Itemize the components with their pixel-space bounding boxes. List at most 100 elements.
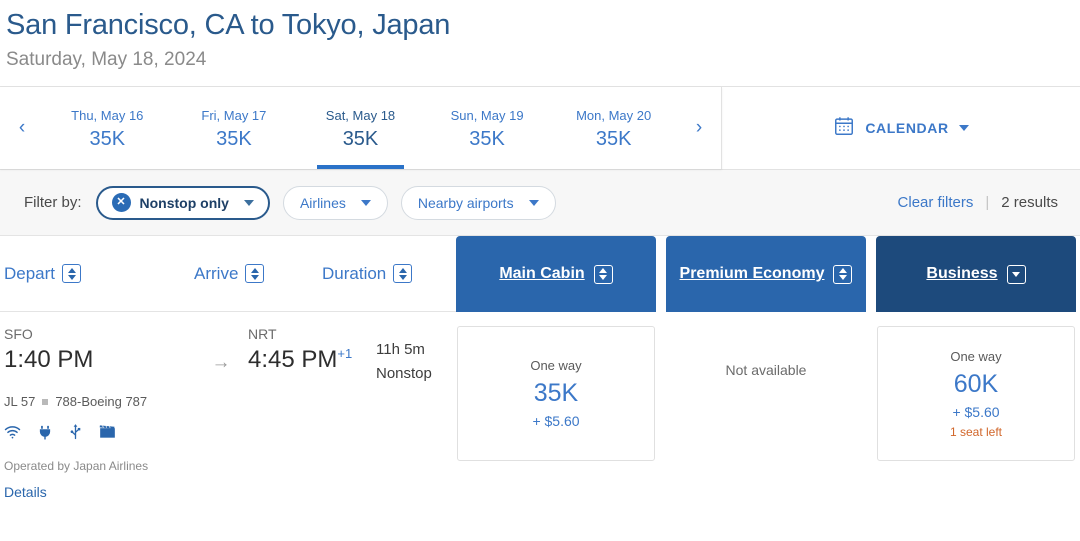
date-option-price: 35K [216,128,252,150]
sort-descending-icon [398,274,407,280]
sort-descending-icon [599,275,608,280]
separator-dot-icon [42,398,49,405]
column-header-label: Arrive [194,263,239,283]
filter-bar: Filter by: ✕ Nonstop only Airlines Nearb… [0,170,1080,236]
fare-unavailable-label: Not available [725,362,807,378]
calendar-button[interactable]: CALENDAR [833,115,969,142]
fare-type-label: One way [950,348,1002,364]
page-title: San Francisco, CA to Tokyo, Japan [6,9,451,41]
fare-card-main-cabin[interactable]: One way 35K + $5.60 [457,326,655,461]
date-option-sun-may-19[interactable]: Sun, May 19 35K [424,87,551,169]
sort-ascending-icon [398,267,407,273]
filter-pill-nonstop-only[interactable]: ✕ Nonstop only [95,185,270,220]
column-headers: Depart Arrive Duration [0,236,456,312]
cabin-column-headers: Main Cabin Premium Economy Business [456,236,1076,312]
sort-icon[interactable] [245,264,265,283]
column-header-label: Duration [322,263,387,283]
aircraft-type: 788-Boeing 787 [55,394,148,409]
filter-pill-nearby-airports[interactable]: Nearby airports [400,185,556,220]
filter-pill-label: Nearby airports [417,194,514,211]
filter-pill-label: Airlines [299,194,346,211]
fare-cell-premium-economy: Not available [666,324,866,500]
fare-tax: + $5.60 [532,413,580,429]
fare-cell-main-cabin: One way 35K + $5.60 [456,324,656,500]
cabin-header-main-cabin[interactable]: Main Cabin [456,236,656,312]
depart-time: 1:40 PM [4,346,94,373]
next-dates-button[interactable]: › [677,87,721,169]
sort-ascending-icon [250,267,259,273]
sort-icon[interactable] [393,264,413,283]
flight-result-row: SFO 1:40 PM → NRT 4:45 PM+1 11h 5m Nonst… [0,312,1080,500]
flight-duration: 11h 5m [376,341,425,358]
operated-by-text: Operated by Japan Airlines [4,459,149,473]
page-header: San Francisco, CA to Tokyo, Japan Saturd… [0,0,1080,74]
chevron-down-icon [958,125,969,131]
divider: | [985,194,990,211]
next-day-indicator: +1 [337,346,353,361]
arrive-block: NRT 4:45 PM+1 [248,324,376,376]
date-option-price: 35K [469,128,505,150]
date-option-fri-may-17[interactable]: Fri, May 17 35K [171,87,298,169]
arrive-airport-code: NRT [248,326,277,342]
calendar-button-label: CALENDAR [865,120,949,136]
column-header-depart[interactable]: Depart [4,264,194,284]
sort-descending-icon [1012,271,1021,277]
sort-icon[interactable] [833,264,853,284]
date-option-label: Sun, May 19 [450,108,524,123]
results-count: 2 results [1001,194,1058,211]
cabin-header-label: Premium Economy [679,265,825,282]
entertainment-icon [99,424,116,444]
clear-filters-link[interactable]: Clear filters [898,194,974,211]
usb-port-icon [69,423,82,445]
date-option-sat-may-18[interactable]: Sat, May 18 35K [297,87,424,169]
arrive-time: 4:45 PM+1 [248,344,352,376]
date-strip: ‹ Thu, May 16 35K Fri, May 17 35K Sat, M… [0,87,722,169]
fare-tax: + $5.60 [952,403,1000,420]
depart-airport-code: SFO [4,326,33,342]
cabin-header-label: Business [926,265,998,282]
column-header-arrive[interactable]: Arrive [194,264,322,284]
sort-descending-icon [67,274,76,280]
date-option-label: Fri, May 17 [201,108,267,123]
date-items: Thu, May 16 35K Fri, May 17 35K Sat, May… [44,87,677,169]
close-icon[interactable]: ✕ [111,193,131,212]
fare-cell-business: One way 60K + $5.60 1 seat left [876,324,1076,500]
sort-ascending-icon [67,267,76,273]
filter-pill-airlines[interactable]: Airlines [282,185,388,220]
cabin-header-premium-economy[interactable]: Premium Economy [666,236,866,312]
fare-miles: 60K [953,369,999,398]
calendar-icon [833,115,855,142]
results-header: Depart Arrive Duration Main Cabin Premiu… [0,236,1080,312]
fare-cells: One way 35K + $5.60 Not available One wa… [456,324,1076,500]
date-option-price: 35K [89,128,126,150]
arrive-time-value: 4:45 PM [248,346,338,373]
calendar-zone: CALENDAR [722,87,1080,169]
date-option-mon-may-20[interactable]: Mon, May 20 35K [550,87,677,169]
sort-ascending-icon [838,268,847,273]
fare-type-label: One way [530,358,582,373]
sort-icon[interactable] [593,264,613,284]
flight-stops: Nonstop [376,365,432,382]
sort-descending-icon [250,274,259,280]
fare-miles: 35K [533,379,579,407]
date-option-label: Mon, May 20 [576,108,652,123]
fare-card-business[interactable]: One way 60K + $5.60 1 seat left [877,326,1075,461]
details-link[interactable]: Details [4,484,456,500]
filter-bar-right: Clear filters | 2 results [898,194,1058,211]
date-option-thu-may-16[interactable]: Thu, May 16 35K [44,87,171,169]
sort-icon[interactable] [1006,264,1026,284]
chevron-down-icon [528,199,539,206]
column-header-duration[interactable]: Duration [322,263,413,284]
filter-pill-label: Nonstop only [139,194,229,211]
date-option-price: 35K [595,128,632,150]
prev-dates-button[interactable]: ‹ [0,87,44,169]
depart-block: SFO 1:40 PM [4,324,194,376]
date-option-price: 35K [342,128,379,150]
flight-number: JL 57 [4,394,36,409]
cabin-header-business[interactable]: Business [876,236,1076,312]
filter-by-label: Filter by: [24,194,82,211]
chevron-down-icon [360,199,371,206]
sort-icon[interactable] [62,264,82,283]
seats-left-warning: 1 seat left [949,424,1003,439]
chevron-down-icon [243,199,254,206]
